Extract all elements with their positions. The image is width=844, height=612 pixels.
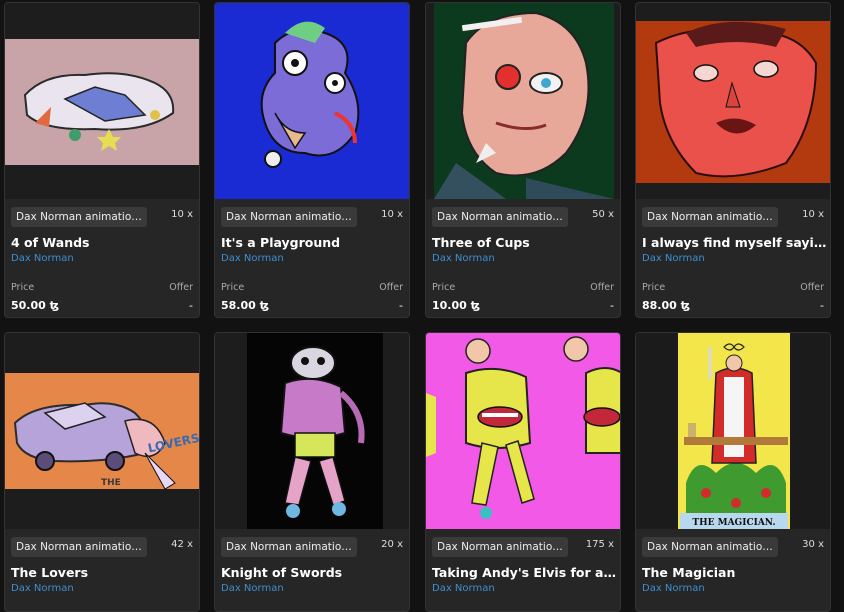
artwork-title[interactable]: It's a Playground bbox=[221, 235, 407, 250]
artwork-thumbnail[interactable] bbox=[215, 333, 409, 529]
edition-count: 50 x bbox=[592, 209, 614, 220]
artwork-title[interactable]: The Lovers bbox=[11, 565, 197, 580]
offer-label: Offer bbox=[800, 282, 824, 293]
magician-caption: THE MAGICIAN. bbox=[692, 518, 775, 528]
artist-link[interactable]: Dax Norman bbox=[11, 583, 74, 594]
offer-value: - bbox=[820, 299, 824, 312]
artist-link[interactable]: Dax Norman bbox=[642, 583, 705, 594]
artist-link[interactable]: Dax Norman bbox=[221, 253, 284, 264]
price-value: 10.00 ꜩ bbox=[432, 299, 481, 312]
artist-link[interactable]: Dax Norman bbox=[642, 253, 705, 264]
artist-link[interactable]: Dax Norman bbox=[432, 583, 495, 594]
collection-badge[interactable]: Dax Norman animation cl... bbox=[11, 537, 147, 557]
collection-badge[interactable]: Dax Norman animation cl... bbox=[642, 207, 778, 227]
offer-label: Offer bbox=[169, 282, 193, 293]
price-value: 50.00 ꜩ bbox=[11, 299, 60, 312]
collection-badge[interactable]: Dax Norman animation cl... bbox=[221, 537, 357, 557]
artwork-title[interactable]: Taking Andy's Elvis for a Walk bbox=[432, 565, 618, 580]
collection-badge[interactable]: Dax Norman animation cl... bbox=[221, 207, 357, 227]
offer-label: Offer bbox=[379, 282, 403, 293]
artwork-thumbnail[interactable]: LOVERS THE bbox=[5, 333, 199, 529]
artist-link[interactable]: Dax Norman bbox=[11, 253, 74, 264]
price-value: 58.00 ꜩ bbox=[221, 299, 270, 312]
edition-count: 175 x bbox=[585, 539, 614, 550]
artwork-card[interactable]: Dax Norman animation cl... 175 x Taking … bbox=[425, 332, 621, 612]
artwork-title[interactable]: The Magician bbox=[642, 565, 828, 580]
price-label: Price bbox=[432, 282, 456, 293]
offer-label: Offer bbox=[590, 282, 614, 293]
collection-badge[interactable]: Dax Norman animation cl... bbox=[642, 537, 778, 557]
artwork-thumbnail[interactable]: THE MAGICIAN. bbox=[636, 333, 830, 529]
artwork-card[interactable]: Dax Norman animation cl... 20 x Knight o… bbox=[214, 332, 410, 612]
price-value: 88.00 ꜩ bbox=[642, 299, 691, 312]
artwork-thumbnail[interactable] bbox=[426, 3, 620, 199]
price-label: Price bbox=[221, 282, 245, 293]
collection-badge[interactable]: Dax Norman animation cl... bbox=[432, 207, 568, 227]
artwork-title[interactable]: I always find myself saying ... bbox=[642, 235, 828, 250]
artwork-card[interactable]: Dax Norman animation cl... 10 x 4 of Wan… bbox=[4, 2, 200, 318]
edition-count: 10 x bbox=[381, 209, 403, 220]
price-label: Price bbox=[11, 282, 35, 293]
edition-count: 20 x bbox=[381, 539, 403, 550]
svg-text:THE: THE bbox=[101, 478, 121, 488]
artwork-card[interactable]: Dax Norman animation cl... 50 x Three of… bbox=[425, 2, 621, 318]
edition-count: 10 x bbox=[802, 209, 824, 220]
collection-badge[interactable]: Dax Norman animation cl... bbox=[11, 207, 147, 227]
artwork-thumbnail[interactable] bbox=[5, 3, 199, 199]
artist-link[interactable]: Dax Norman bbox=[432, 253, 495, 264]
artwork-title[interactable]: Knight of Swords bbox=[221, 565, 407, 580]
artist-link[interactable]: Dax Norman bbox=[221, 583, 284, 594]
edition-count: 42 x bbox=[171, 539, 193, 550]
artwork-card[interactable]: LOVERS THE Dax Norman animation cl... 42… bbox=[4, 332, 200, 612]
artwork-card[interactable]: THE MAGICIAN. Dax Norman animation cl...… bbox=[635, 332, 831, 612]
artwork-title[interactable]: Three of Cups bbox=[432, 235, 618, 250]
offer-value: - bbox=[189, 299, 193, 312]
artwork-card[interactable]: Dax Norman animation cl... 10 x I always… bbox=[635, 2, 831, 318]
collection-badge[interactable]: Dax Norman animation cl... bbox=[432, 537, 568, 557]
edition-count: 30 x bbox=[802, 539, 824, 550]
price-label: Price bbox=[642, 282, 666, 293]
artwork-thumbnail[interactable] bbox=[636, 3, 830, 199]
artwork-thumbnail[interactable] bbox=[215, 3, 409, 199]
artwork-grid: Dax Norman animation cl... 10 x 4 of Wan… bbox=[0, 0, 844, 612]
artwork-thumbnail[interactable] bbox=[426, 333, 620, 529]
edition-count: 10 x bbox=[171, 209, 193, 220]
offer-value: - bbox=[610, 299, 614, 312]
artwork-title[interactable]: 4 of Wands bbox=[11, 235, 197, 250]
artwork-card[interactable]: Dax Norman animation cl... 10 x It's a P… bbox=[214, 2, 410, 318]
offer-value: - bbox=[399, 299, 403, 312]
